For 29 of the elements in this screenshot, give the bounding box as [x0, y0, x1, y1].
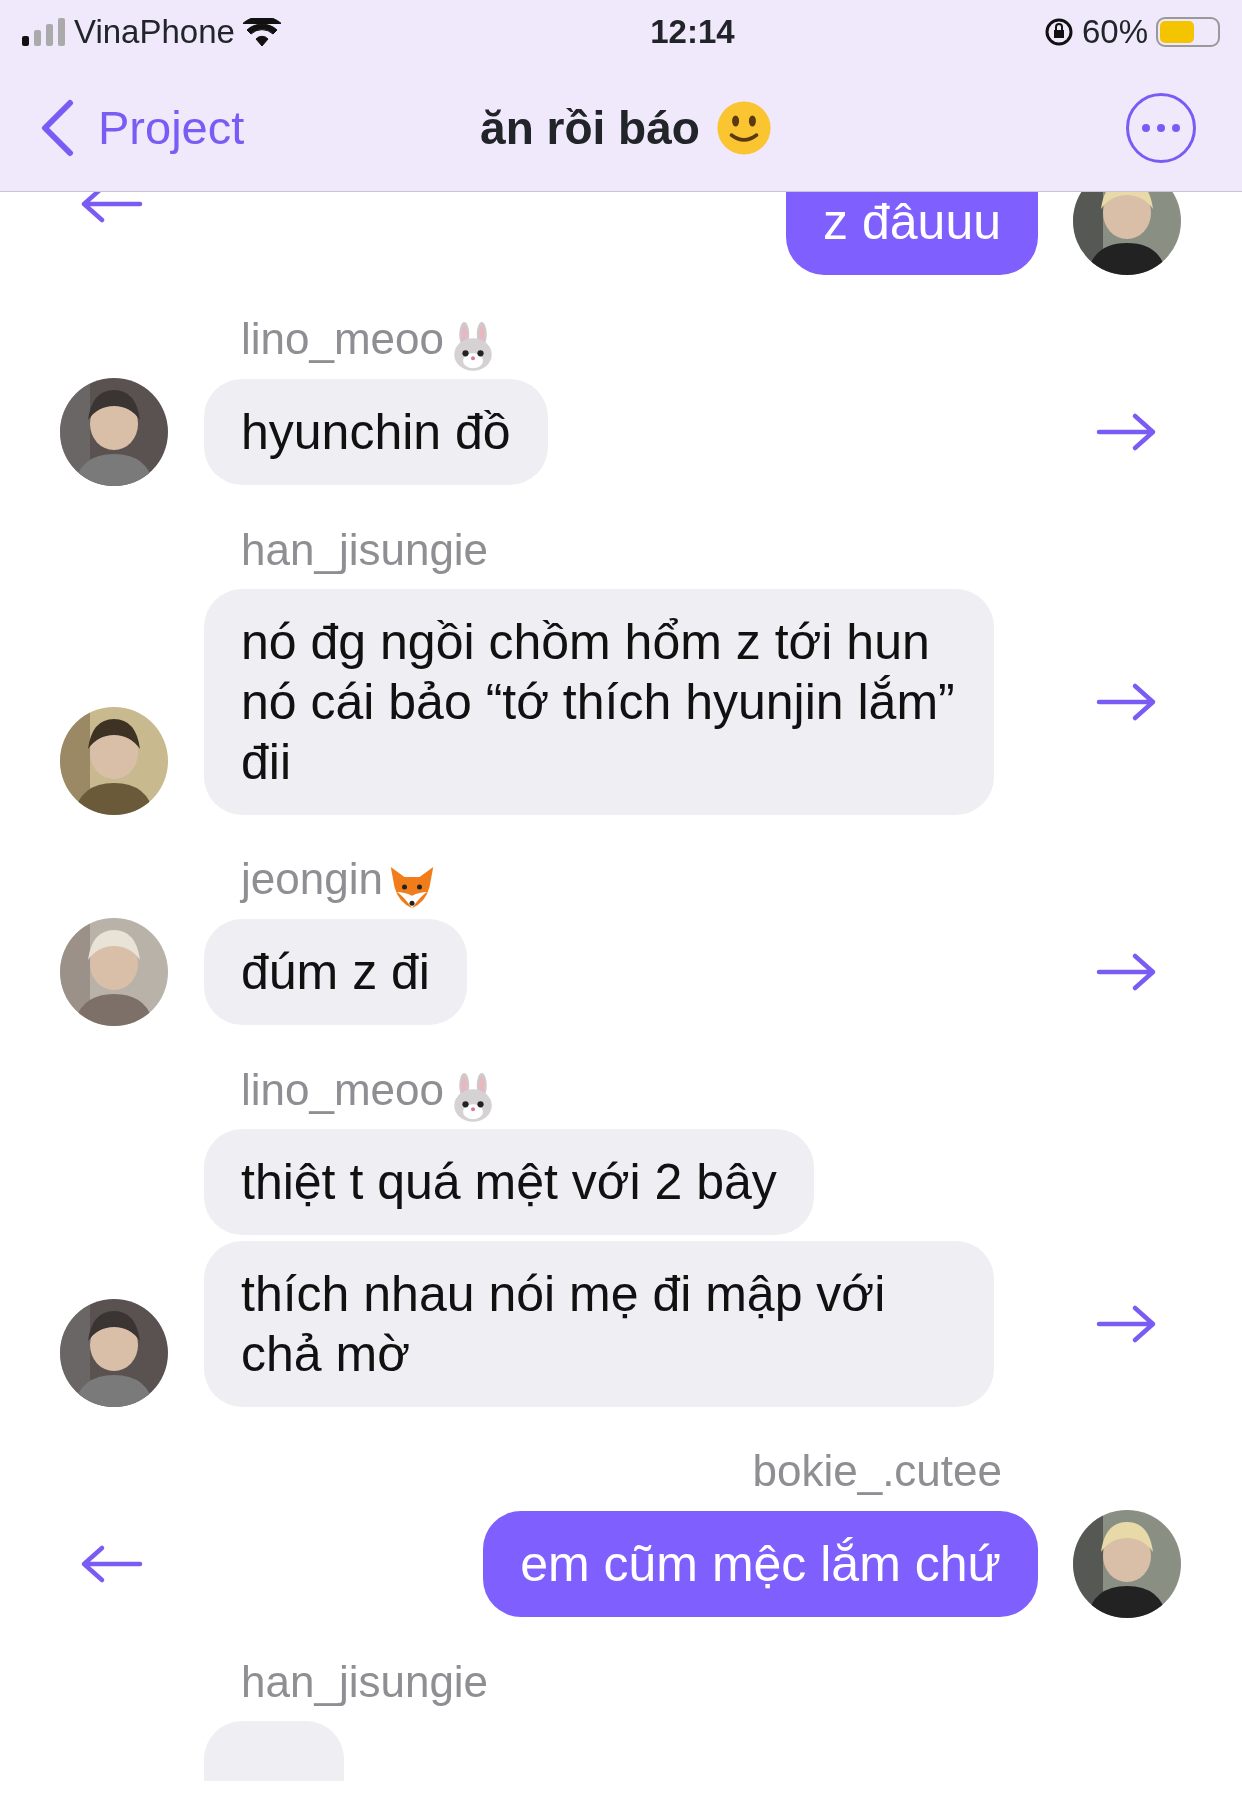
left-arrow-icon[interactable]	[80, 192, 144, 224]
message-bubble: z đâuuu	[786, 192, 1038, 275]
more-icon	[1142, 124, 1180, 132]
battery-icon	[1156, 17, 1220, 47]
sender-name: lino_meoo	[241, 316, 445, 362]
sender-name: han_jisungie	[241, 527, 489, 573]
message-bubble: em cũm mệc lắm chứ	[483, 1511, 1038, 1617]
back-link[interactable]: Project	[40, 92, 245, 164]
chat-title: ăn rồi báo	[480, 100, 700, 156]
signal-icon	[22, 18, 66, 46]
more-button[interactable]	[1126, 93, 1196, 163]
message-bubble: hyunchin đồ	[204, 379, 548, 485]
message-bubble: thiệt t quá mệt với 2 bây	[204, 1129, 814, 1235]
wifi-icon	[242, 18, 281, 46]
sender-name: han_jisungie	[241, 1659, 489, 1705]
battery-percent: 60%	[1081, 12, 1148, 53]
message-bubble: nó đg ngồi chồm hổm z tới hun nó cái bảo “tớ thích hyunjin lắm” đii	[204, 589, 994, 815]
carrier-name: VinaPhone	[74, 12, 235, 53]
sender-name: jeongin	[241, 856, 383, 902]
chevron-left-icon	[40, 99, 74, 157]
sender-name: bokie_.cutee	[752, 1448, 1002, 1494]
rotation-lock-icon	[1043, 17, 1074, 47]
clock-time: 12:14	[650, 12, 735, 53]
message-bubble: thích nhau nói mẹ đi mập với chả mờ	[204, 1241, 994, 1407]
sender-name: lino_meoo	[241, 1067, 445, 1113]
message-bubble: đúm z đi	[204, 919, 467, 1025]
left-arrow-icon[interactable]	[80, 1544, 144, 1584]
smiley-icon	[715, 100, 772, 156]
back-label[interactable]: Project	[98, 92, 245, 164]
